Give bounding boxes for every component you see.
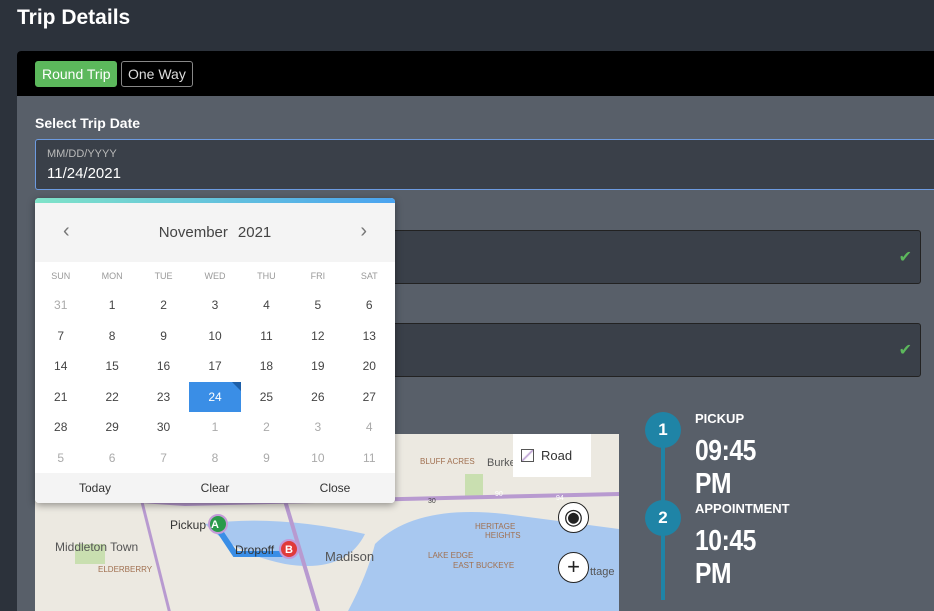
date-placeholder: MM/DD/YYYY [47, 148, 117, 160]
calendar-day[interactable]: 31 [35, 290, 86, 321]
date-picker-popup: ‹ November 2021 › SUN MON TUE WED THU FRI SAT 3… [35, 198, 395, 503]
calendar-footer: Today Clear Close [35, 473, 395, 503]
calendar-day[interactable]: 4 [344, 412, 395, 443]
chevron-right-icon[interactable]: › [360, 220, 367, 243]
weekday-label: FRI [310, 271, 326, 281]
appointment-label: APPOINTMENT [695, 501, 790, 516]
date-value: 11/24/2021 [47, 165, 121, 182]
map-label-cottage: ttage [590, 566, 614, 578]
marker-b[interactable]: B [285, 544, 293, 556]
map-style-road-button[interactable]: Road [513, 434, 591, 477]
route-94-shield: 94 [556, 495, 564, 502]
calendar-day[interactable]: 9 [138, 321, 189, 352]
calendar-day[interactable]: 11 [344, 443, 395, 474]
weekday-label: MON [101, 271, 123, 281]
calendar-day[interactable]: 1 [189, 412, 240, 443]
calendar-day[interactable]: 7 [138, 443, 189, 474]
page-title: Trip Details [17, 6, 131, 29]
calendar-day[interactable]: 14 [35, 351, 86, 382]
calendar-day[interactable]: 26 [292, 382, 343, 413]
route-90-shield: 90 [495, 491, 503, 498]
calendar-day[interactable]: 4 [241, 290, 292, 321]
close-button[interactable]: Close [275, 473, 395, 503]
calendar-header: ‹ November 2021 › [35, 203, 395, 262]
appointment-time: 10:45 PM [695, 525, 756, 590]
map-label-dropoff: Dropoff [235, 543, 275, 557]
calendar-day[interactable]: 6 [344, 290, 395, 321]
calendar-day[interactable]: 27 [344, 382, 395, 413]
map-label-heritage: HERITAGE [475, 522, 515, 531]
map-label-bluff: BLUFF ACRES [420, 457, 475, 466]
calendar-day[interactable]: 17 [189, 351, 240, 382]
calendar-day[interactable]: 16 [138, 351, 189, 382]
marker-a[interactable]: A [211, 519, 219, 531]
map-label-pickup: Pickup [170, 518, 206, 532]
calendar-day[interactable]: 15 [86, 351, 137, 382]
map-label-middleton: Middleton Town [55, 540, 138, 554]
map-label-east-buckeye: EAST BUCKEYE [453, 561, 514, 570]
calendar-day[interactable]: 8 [86, 321, 137, 352]
map-label-elderberry: ELDERBERRY [98, 565, 153, 574]
calendar-day[interactable]: 9 [241, 443, 292, 474]
calendar-day[interactable]: 22 [86, 382, 137, 413]
calendar-days: 31 1 2 3 4 5 6 7 8 9 10 11 12 13 14 15 16 17 18 19 20 21 22 23 2… [35, 290, 395, 473]
calendar-day[interactable]: 2 [138, 290, 189, 321]
calendar-day[interactable]: 7 [35, 321, 86, 352]
calendar-day[interactable]: 10 [189, 321, 240, 352]
zoom-in-button[interactable]: + [558, 552, 589, 583]
calendar-day[interactable]: 19 [292, 351, 343, 382]
calendar-day[interactable]: 30 [138, 412, 189, 443]
step-1-badge: 1 [645, 412, 681, 448]
trip-type-tabs: Round Trip One Way [17, 51, 934, 96]
map-label-heights: HEIGHTS [485, 531, 521, 540]
map-label-burke: Burke [487, 457, 516, 469]
clear-button[interactable]: Clear [155, 473, 275, 503]
locate-me-button[interactable]: ◉ [558, 502, 589, 533]
calendar-day[interactable]: 13 [344, 321, 395, 352]
tab-one-way[interactable]: One Way [121, 61, 193, 87]
calendar-day[interactable]: 3 [189, 290, 240, 321]
calendar-day[interactable]: 6 [86, 443, 137, 474]
calendar-day[interactable]: 11 [241, 321, 292, 352]
route-30-shield: 30 [428, 498, 436, 505]
map-label-madison: Madison [325, 549, 374, 564]
calendar-day[interactable]: 28 [35, 412, 86, 443]
calendar-day[interactable]: 1 [86, 290, 137, 321]
calendar-day-selected[interactable]: 24 [189, 381, 242, 412]
weekday-label: SUN [51, 271, 71, 281]
target-icon: ◉ [563, 504, 584, 529]
calendar-day[interactable]: 20 [344, 351, 395, 382]
tab-round-trip[interactable]: Round Trip [35, 61, 118, 87]
pickup-time: 09:45 PM [695, 435, 756, 500]
trip-date-label: Select Trip Date [35, 115, 141, 131]
calendar-month[interactable]: November [159, 224, 228, 241]
plus-icon: + [567, 554, 580, 579]
calendar-day[interactable]: 21 [35, 382, 86, 413]
step-2-badge: 2 [645, 500, 681, 536]
calendar-day[interactable]: 10 [292, 443, 343, 474]
today-button[interactable]: Today [35, 473, 155, 503]
weekday-label: THU [257, 271, 276, 281]
weekday-label: SAT [360, 271, 378, 281]
pickup-label: PICKUP [695, 411, 745, 426]
calendar-day[interactable]: 5 [35, 443, 86, 474]
calendar-day[interactable]: 8 [189, 443, 240, 474]
calendar-day[interactable]: 3 [292, 412, 343, 443]
check-icon: ✔ [898, 342, 912, 359]
check-icon: ✔ [898, 249, 912, 266]
calendar-day[interactable]: 12 [292, 321, 343, 352]
weekday-label: TUE [154, 271, 173, 281]
calendar-year[interactable]: 2021 [238, 224, 271, 241]
calendar-day[interactable]: 25 [241, 382, 292, 413]
calendar-day[interactable]: 23 [138, 382, 189, 413]
calendar-day[interactable]: 29 [86, 412, 137, 443]
trip-date-input[interactable]: MM/DD/YYYY 11/24/2021 [35, 139, 934, 190]
calendar-day[interactable]: 18 [241, 351, 292, 382]
map-label-lake-edge: LAKE EDGE [428, 551, 473, 560]
calendar-day[interactable]: 5 [292, 290, 343, 321]
weekday-header: SUN MON TUE WED THU FRI SAT [35, 262, 395, 290]
calendar-day[interactable]: 2 [241, 412, 292, 443]
weekday-label: WED [204, 271, 226, 281]
